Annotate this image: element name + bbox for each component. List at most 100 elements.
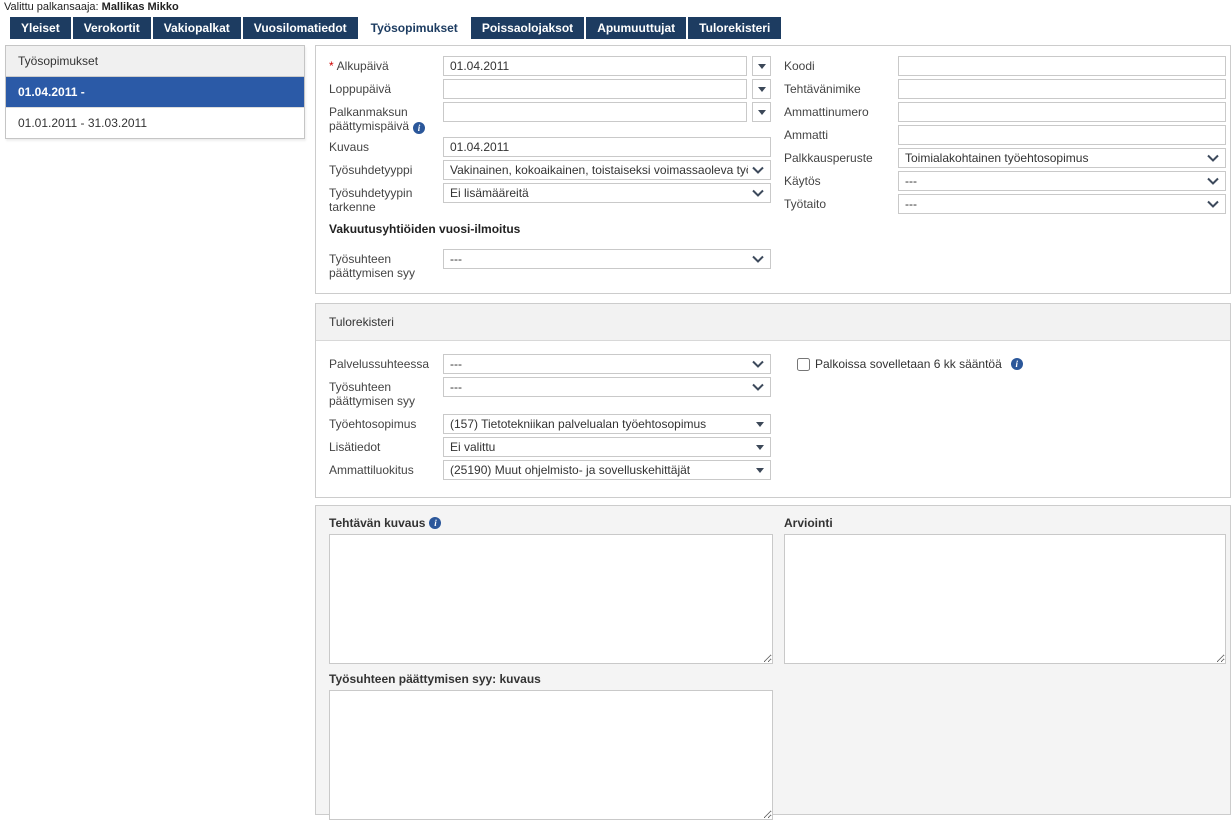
tyotaito-label: Työtaito: [784, 194, 898, 214]
chevron-down-icon: [1207, 200, 1219, 208]
ammatti-input[interactable]: [898, 125, 1226, 145]
kuvaus-input[interactable]: [443, 137, 771, 157]
loppupaiva-row: Loppupäivä: [329, 79, 771, 99]
dropdown-triangle-icon: [758, 87, 766, 92]
tulorekisteri-panel: Tulorekisteri Palvelussuhteessa --- Työs…: [315, 303, 1231, 498]
alkupaiva-row: *Alkupäivä: [329, 56, 771, 76]
ammattinumero-label: Ammattinumero: [784, 102, 898, 122]
tehtavan-kuvaus-textarea[interactable]: [329, 534, 773, 664]
tab-yleiset[interactable]: Yleiset: [10, 17, 71, 39]
tab-verokortit[interactable]: Verokortit: [73, 17, 151, 39]
tab-apumuuttujat[interactable]: Apumuuttujat: [586, 17, 686, 39]
tyosuhteen-paattymisen-syy-label: Työsuhteen päättymisen syy: [329, 249, 443, 280]
paattymisen-syy-kuvaus-textarea[interactable]: [329, 690, 773, 820]
tyotaito-row: Työtaito ---: [784, 194, 1226, 214]
tehtavan-kuvaus-label: Tehtävän kuvausi: [329, 516, 773, 530]
ammattiluokitus-combobox[interactable]: (25190) Muut ohjelmisto- ja sovelluskehi…: [443, 460, 771, 480]
palkanmaksun-paattymispaiva-calendar-button[interactable]: [752, 102, 771, 122]
sidebar-title: Työsopimukset: [6, 46, 304, 77]
descriptions-right-column: Arviointi: [784, 516, 1226, 664]
palkkausperuste-row: Palkkausperuste Toimialakohtainen työeht…: [784, 148, 1226, 168]
info-icon[interactable]: i: [1011, 358, 1023, 370]
dropdown-triangle-icon: [758, 110, 766, 115]
ammatti-row: Ammatti: [784, 125, 1226, 145]
chevron-down-icon: [752, 166, 764, 174]
tyosuhdetyypin-tarkenne-select[interactable]: Ei lisämääreitä: [443, 183, 771, 203]
tab-bar: YleisetVerokortitVakiopalkatVuosilomatie…: [10, 17, 781, 39]
tulorekisteri-heading: Tulorekisteri: [316, 304, 1230, 341]
required-asterisk: *: [329, 59, 334, 73]
tulo-paattymisen-syy-select[interactable]: ---: [443, 377, 771, 397]
tulorekisteri-body: Palvelussuhteessa --- Työsuhteen päättym…: [329, 354, 1231, 483]
chevron-down-icon: [752, 255, 764, 263]
palvelussuhteessa-row: Palvelussuhteessa ---: [329, 354, 771, 374]
contract-details-panel: *Alkupäivä Loppupäivä Palkanmaksun päätt…: [315, 45, 1231, 294]
info-icon[interactable]: i: [429, 517, 441, 529]
ammattinumero-row: Ammattinumero: [784, 102, 1226, 122]
tyoehtosopimus-combobox[interactable]: (157) Tietotekniikan palvelualan työehto…: [443, 414, 771, 434]
ammattiluokitus-row: Ammattiluokitus (25190) Muut ohjelmisto-…: [329, 460, 771, 480]
tab-työsopimukset[interactable]: Työsopimukset: [360, 17, 469, 39]
contract-left-column: *Alkupäivä Loppupäivä Palkanmaksun päätt…: [329, 56, 771, 283]
chevron-down-icon: [1207, 154, 1219, 162]
palvelussuhteessa-select[interactable]: ---: [443, 354, 771, 374]
tyosuhdetyyppi-select[interactable]: Vakinainen, kokoaikainen, toistaiseksi v…: [443, 160, 771, 180]
descriptions-left-column: Tehtävän kuvausi Työsuhteen päättymisen …: [329, 516, 773, 820]
tulo-paattymisen-syy-label: Työsuhteen päättymisen syy: [329, 377, 443, 408]
selected-employee-prefix: Valittu palkansaaja:: [4, 1, 99, 13]
chevron-down-icon: [752, 383, 764, 391]
ammattiluokitus-label: Ammattiluokitus: [329, 460, 443, 480]
alkupaiva-calendar-button[interactable]: [752, 56, 771, 76]
dropdown-triangle-icon: [756, 445, 764, 450]
kaytos-select[interactable]: ---: [898, 171, 1226, 191]
six-month-rule-checkbox[interactable]: [797, 358, 810, 371]
contract-right-column: Koodi Tehtävänimike Ammattinumero Ammatt…: [784, 56, 1226, 217]
kaytos-row: Käytös ---: [784, 171, 1226, 191]
tab-vakiopalkat[interactable]: Vakiopalkat: [153, 17, 241, 39]
tyotaito-select[interactable]: ---: [898, 194, 1226, 214]
palkanmaksun-paattymispaiva-input[interactable]: [443, 102, 747, 122]
dropdown-triangle-icon: [756, 422, 764, 427]
lisatiedot-combobox[interactable]: Ei valittu: [443, 437, 771, 457]
contract-list-item-01.01.2011-31.03.2011[interactable]: 01.01.2011 - 31.03.2011: [6, 108, 304, 138]
ammattinumero-input[interactable]: [898, 102, 1226, 122]
tehtavanimike-label: Tehtävänimike: [784, 79, 898, 99]
tab-tulorekisteri[interactable]: Tulorekisteri: [688, 17, 781, 39]
kuvaus-row: Kuvaus: [329, 137, 771, 157]
tyosuhteen-paattymisen-syy-select[interactable]: ---: [443, 249, 771, 269]
lisatiedot-label: Lisätiedot: [329, 437, 443, 457]
dropdown-triangle-icon: [758, 64, 766, 69]
chevron-down-icon: [1207, 177, 1219, 185]
kaytos-label: Käytös: [784, 171, 898, 191]
palkkausperuste-select[interactable]: Toimialakohtainen työehtosopimus: [898, 148, 1226, 168]
tyosuhdetyyppi-row: Työsuhdetyyppi Vakinainen, kokoaikainen,…: [329, 160, 771, 180]
contract-list-item-01.04.2011-[interactable]: 01.04.2011 -: [6, 77, 304, 108]
tehtavanimike-input[interactable]: [898, 79, 1226, 99]
loppupaiva-input[interactable]: [443, 79, 747, 99]
loppupaiva-label: Loppupäivä: [329, 79, 443, 99]
tab-vuosilomatiedot[interactable]: Vuosilomatiedot: [243, 17, 358, 39]
kuvaus-label: Kuvaus: [329, 137, 443, 157]
arviointi-label: Arviointi: [784, 516, 1226, 530]
vakuutusyhtioiden-heading: Vakuutusyhtiöiden vuosi-ilmoitus: [329, 222, 771, 236]
koodi-row: Koodi: [784, 56, 1226, 76]
alkupaiva-input[interactable]: [443, 56, 747, 76]
tyosuhdetyypin-tarkenne-row: Työsuhdetyypin tarkenne Ei lisämääreitä: [329, 183, 771, 214]
six-month-rule-label: Palkoissa sovelletaan 6 kk sääntöä: [815, 357, 1002, 371]
paattymisen-syy-kuvaus-label: Työsuhteen päättymisen syy: kuvaus: [329, 672, 773, 686]
palvelussuhteessa-label: Palvelussuhteessa: [329, 354, 443, 374]
loppupaiva-calendar-button[interactable]: [752, 79, 771, 99]
contracts-sidebar: Työsopimukset 01.04.2011 -01.01.2011 - 3…: [5, 45, 305, 139]
arviointi-textarea[interactable]: [784, 534, 1226, 664]
tab-poissaolojaksot[interactable]: Poissaolojaksot: [471, 17, 584, 39]
ammatti-label: Ammatti: [784, 125, 898, 145]
koodi-input[interactable]: [898, 56, 1226, 76]
contract-list: 01.04.2011 -01.01.2011 - 31.03.2011: [6, 77, 304, 138]
selected-employee-name: Mallikas Mikko: [102, 1, 179, 13]
koodi-label: Koodi: [784, 56, 898, 76]
selected-employee-title: Valittu palkansaaja: Mallikas Mikko: [4, 1, 179, 13]
tyoehtosopimus-label: Työehtosopimus: [329, 414, 443, 434]
descriptions-panel: Tehtävän kuvausi Työsuhteen päättymisen …: [315, 505, 1231, 815]
lisatiedot-row: Lisätiedot Ei valittu: [329, 437, 771, 457]
info-icon[interactable]: i: [413, 122, 425, 134]
